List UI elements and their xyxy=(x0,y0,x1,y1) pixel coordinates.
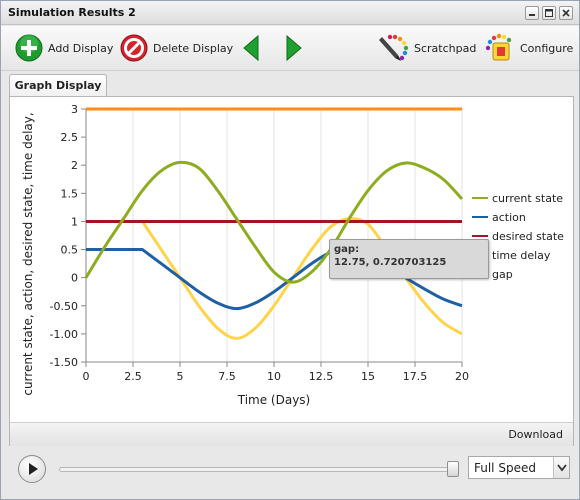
x-tick-label: 10 xyxy=(267,370,281,383)
tab-strip: Graph Display xyxy=(1,72,579,96)
speed-dropdown-button[interactable] xyxy=(553,457,569,478)
y-tick-label: -1.00 xyxy=(50,328,78,341)
time-slider-track[interactable] xyxy=(59,467,459,472)
graph-display-panel: 3 2.5 2 1.5 1 0.5 0 -0.50 -1.00 -1.50 0 2.5 5 7.5 10 12… xyxy=(9,96,574,446)
scratchpad-pen-icon xyxy=(379,34,409,61)
download-bar: Download xyxy=(10,422,573,446)
previous-button[interactable] xyxy=(241,33,261,63)
legend-label: time delay xyxy=(492,249,551,262)
play-icon xyxy=(29,463,38,475)
tooltip-value: 12.75, 0.720703125 xyxy=(334,257,447,268)
legend-label: current state xyxy=(492,192,563,205)
configure-icon xyxy=(485,33,512,61)
window-title: Simulation Results 2 xyxy=(8,6,136,19)
configure-button[interactable]: Configure xyxy=(484,33,573,63)
add-display-label: Add Display xyxy=(48,41,114,55)
x-tick-label: 0 xyxy=(83,370,90,383)
download-link[interactable]: Download xyxy=(508,428,563,441)
toolbar: Add Display Delete Display Scratchpad Co… xyxy=(1,26,579,71)
x-tick-label: 7.5 xyxy=(218,370,236,383)
x-tick-label: 12.5 xyxy=(309,370,334,383)
configure-label: Configure xyxy=(520,41,574,55)
title-bar: Simulation Results 2 xyxy=(1,1,579,25)
plus-circle-icon xyxy=(15,34,43,62)
speed-value: Full Speed xyxy=(474,461,536,475)
maximize-button[interactable] xyxy=(542,6,556,20)
y-axis-label: current state, action, desired state, ti… xyxy=(21,112,35,395)
y-tick-label: 1 xyxy=(71,215,78,228)
arrow-left-icon xyxy=(243,34,259,62)
y-tick-label: 0 xyxy=(71,272,78,285)
x-tick-label: 15 xyxy=(361,370,375,383)
legend-label: gap xyxy=(492,268,513,281)
y-tick-label: 3 xyxy=(71,103,78,116)
tooltip-title: gap: xyxy=(334,244,360,255)
add-display-button[interactable]: Add Display xyxy=(14,33,113,63)
scratchpad-button[interactable]: Scratchpad xyxy=(378,33,476,63)
x-axis-label: Time (Days) xyxy=(237,393,311,407)
minimize-button[interactable] xyxy=(525,6,539,20)
maximize-icon xyxy=(545,9,553,17)
delete-display-button[interactable]: Delete Display xyxy=(119,33,233,63)
y-tick-label: 0.5 xyxy=(61,244,79,257)
x-tick-label: 5 xyxy=(177,370,184,383)
data-tooltip: gap: 12.75, 0.720703125 xyxy=(329,239,489,279)
x-tick-label: 2.5 xyxy=(124,370,142,383)
playback-bar: Full Speed xyxy=(1,447,579,499)
tab-graph-display[interactable]: Graph Display xyxy=(9,74,107,96)
simulation-results-window: Simulation Results 2 Add Display Delete … xyxy=(0,0,580,500)
speed-select[interactable]: Full Speed xyxy=(468,456,570,479)
scratchpad-label: Scratchpad xyxy=(414,41,477,55)
x-tick-label: 20 xyxy=(455,370,469,383)
legend-label: action xyxy=(492,211,526,224)
y-tick-label: 2 xyxy=(71,159,78,172)
time-slider-thumb[interactable] xyxy=(447,461,459,477)
y-tick-label: -0.50 xyxy=(50,300,78,313)
close-button[interactable] xyxy=(559,6,573,20)
y-tick-label: 1.5 xyxy=(61,187,79,200)
next-button[interactable] xyxy=(284,33,304,63)
delete-display-label: Delete Display xyxy=(153,41,234,55)
y-tick-label: -1.50 xyxy=(50,356,78,369)
chevron-down-icon xyxy=(557,464,567,472)
x-tick-label: 17.5 xyxy=(403,370,428,383)
close-icon xyxy=(562,9,570,17)
arrow-right-icon xyxy=(286,34,302,62)
y-tick-label: 2.5 xyxy=(61,131,79,144)
minimize-icon xyxy=(529,14,535,16)
legend-label: desired state xyxy=(492,230,564,243)
no-entry-icon xyxy=(120,34,148,62)
play-button[interactable] xyxy=(18,455,46,483)
